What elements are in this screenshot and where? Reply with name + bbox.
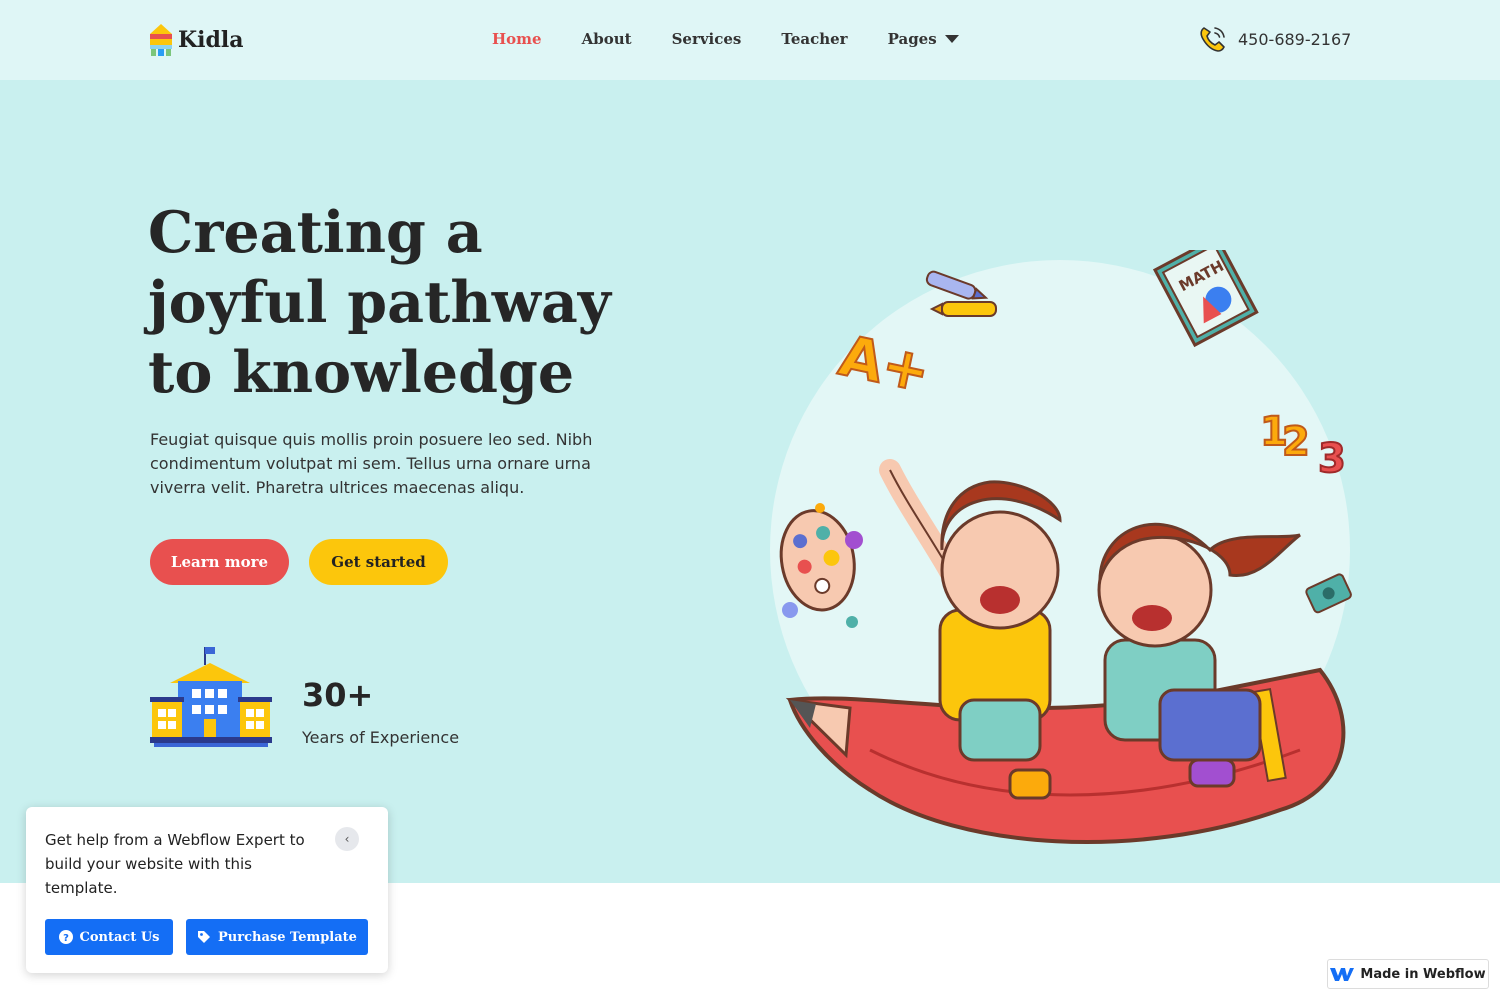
helper-text: Get help from a Webflow Expert to build … bbox=[45, 831, 305, 897]
logo[interactable]: Kidla bbox=[150, 24, 243, 56]
logo-text: Kidla bbox=[178, 27, 244, 53]
tag-icon bbox=[198, 931, 211, 943]
main-nav: Home About Services Teacher Pages bbox=[492, 30, 959, 48]
question-circle-icon: ? bbox=[58, 930, 73, 944]
phone-icon bbox=[1200, 27, 1225, 52]
badge-label: Made in Webflow bbox=[1360, 966, 1486, 982]
contact-us-label: Contact Us bbox=[79, 929, 160, 945]
logo-mark-icon bbox=[150, 24, 172, 56]
nav-services[interactable]: Services bbox=[672, 30, 742, 48]
learn-more-button[interactable]: Learn more bbox=[150, 539, 289, 585]
contact-us-button[interactable]: ? Contact Us bbox=[45, 919, 173, 955]
nav-pages-label: Pages bbox=[887, 30, 937, 48]
hero-section: Creating a joyful pathway to knowledge F… bbox=[0, 80, 1500, 883]
experience-number: 30+ bbox=[302, 676, 374, 714]
school-building-icon bbox=[150, 647, 272, 747]
purchase-template-button[interactable]: Purchase Template bbox=[186, 919, 368, 955]
nav-about[interactable]: About bbox=[582, 30, 632, 48]
webflow-logo-icon bbox=[1330, 968, 1355, 981]
webflow-helper-card: Get help from a Webflow Expert to build … bbox=[26, 807, 388, 973]
collapse-button[interactable]: ‹ bbox=[335, 827, 359, 851]
nav-pages[interactable]: Pages bbox=[888, 30, 959, 48]
phone-contact[interactable]: 450-689-2167 bbox=[1198, 24, 1351, 54]
get-started-button[interactable]: Get started bbox=[309, 539, 448, 585]
hero-title: Creating a joyful pathway to knowledge bbox=[148, 199, 611, 406]
experience-label: Years of Experience bbox=[302, 728, 460, 747]
svg-text:2: 2 bbox=[1282, 419, 1310, 465]
kids-on-pencil-illustration: A+ MATH 1 2 3 bbox=[770, 250, 1352, 845]
purchase-template-label: Purchase Template bbox=[218, 929, 357, 945]
phone-number: 450-689-2167 bbox=[1238, 29, 1352, 49]
svg-text:3: 3 bbox=[1318, 436, 1346, 482]
hero-description: Feugiat quisque quis mollis proin posuer… bbox=[150, 430, 593, 497]
made-in-webflow-badge[interactable]: Made in Webflow bbox=[1327, 959, 1489, 989]
site-header: Kidla Home About Services Teacher Pages … bbox=[0, 0, 1500, 80]
chevron-left-icon: ‹ bbox=[344, 832, 350, 846]
svg-text:?: ? bbox=[63, 933, 69, 944]
nav-teacher[interactable]: Teacher bbox=[781, 30, 847, 48]
nav-home[interactable]: Home bbox=[492, 30, 542, 48]
chevron-down-icon bbox=[944, 35, 959, 43]
